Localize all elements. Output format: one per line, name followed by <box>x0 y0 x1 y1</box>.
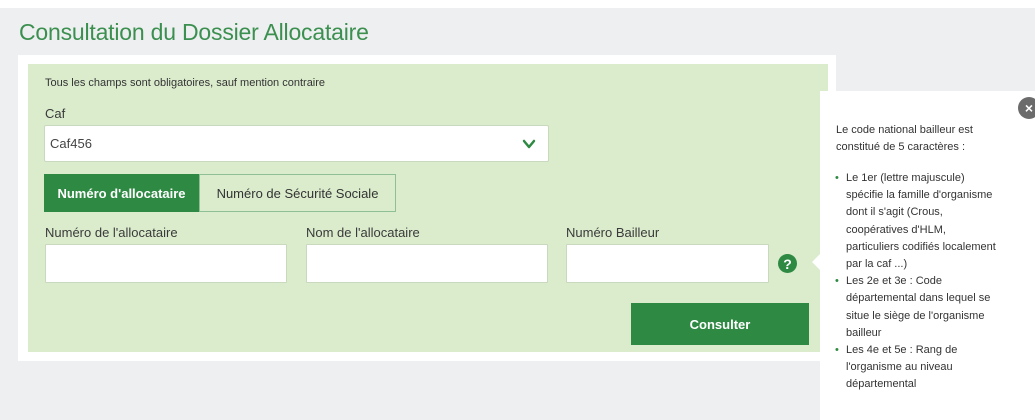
tooltip-line: Les 2e et 3e : Code <box>846 275 943 288</box>
bailleur-number-label: Numéro Bailleur <box>566 225 660 240</box>
bullet-icon: • <box>835 172 839 184</box>
tooltip-line: Les 4e et 5e : Rang de <box>846 344 958 357</box>
tab-numero-allocataire[interactable]: Numéro d'allocataire <box>44 174 199 212</box>
tooltip-intro: Le code national bailleur est constitué … <box>836 122 1026 156</box>
bullet-icon: • <box>835 275 839 288</box>
tooltip-arrow <box>812 254 820 270</box>
tooltip-line: par la caf ...) <box>846 258 908 271</box>
caf-label: Caf <box>45 106 66 121</box>
tab-numero-securite-sociale[interactable]: Numéro de Sécurité Sociale <box>199 174 396 212</box>
tooltip-line: bailleur <box>846 326 882 339</box>
tooltip-line: situe le siège de l'organisme <box>846 309 985 322</box>
tooltip-list-item: • Les 2e et 3e : Code départemental dans… <box>834 273 1026 342</box>
mandatory-notice: Tous les champs sont obligatoires, sauf … <box>45 77 326 89</box>
tooltip-line: particuliers codifiés localement <box>846 240 996 253</box>
tooltip-line: spécifie la famille d'organisme <box>846 189 993 202</box>
page: Consultation du Dossier Allocataire Tous… <box>0 0 1035 420</box>
close-icon[interactable]: × <box>1018 97 1035 119</box>
tooltip-list-item: • Le 1er (lettre majuscule) spécifie la … <box>834 170 1026 273</box>
tooltip-line: coopératives d'HLM, <box>846 223 946 236</box>
tooltip-line: départemental dans lequel se <box>846 292 991 305</box>
caf-select-value: Caf456 <box>50 136 92 151</box>
tooltip-list-item: • Les 4e et 5e : Rang de l'organisme au … <box>834 342 1026 394</box>
allocataire-name-input[interactable] <box>306 244 548 283</box>
tooltip-line: dont il s'agit (Crous, <box>846 206 943 219</box>
tooltip-intro-line: constitué de 5 caractères : <box>836 141 966 153</box>
top-strip <box>0 0 1035 8</box>
consulter-button[interactable]: Consulter <box>631 303 809 345</box>
tooltip-line: Le 1er (lettre majuscule) <box>846 172 965 184</box>
bailleur-number-input[interactable] <box>566 244 769 283</box>
chevron-down-icon <box>522 139 536 149</box>
bullet-icon: • <box>835 344 839 357</box>
tooltip-line: l'organisme au niveau <box>846 361 953 374</box>
allocataire-number-input[interactable] <box>45 244 287 283</box>
caf-select[interactable]: Caf456 <box>44 125 549 162</box>
page-title: Consultation du Dossier Allocataire <box>19 19 369 45</box>
tooltip-intro-line: Le code national bailleur est <box>836 124 973 136</box>
allocataire-number-label: Numéro de l'allocataire <box>45 225 178 240</box>
tooltip-list: • Le 1er (lettre majuscule) spécifie la … <box>834 170 1026 394</box>
question-mark-icon[interactable]: ? <box>778 254 797 273</box>
allocataire-name-label: Nom de l'allocataire <box>306 225 420 240</box>
tooltip-line: départemental <box>846 378 917 391</box>
